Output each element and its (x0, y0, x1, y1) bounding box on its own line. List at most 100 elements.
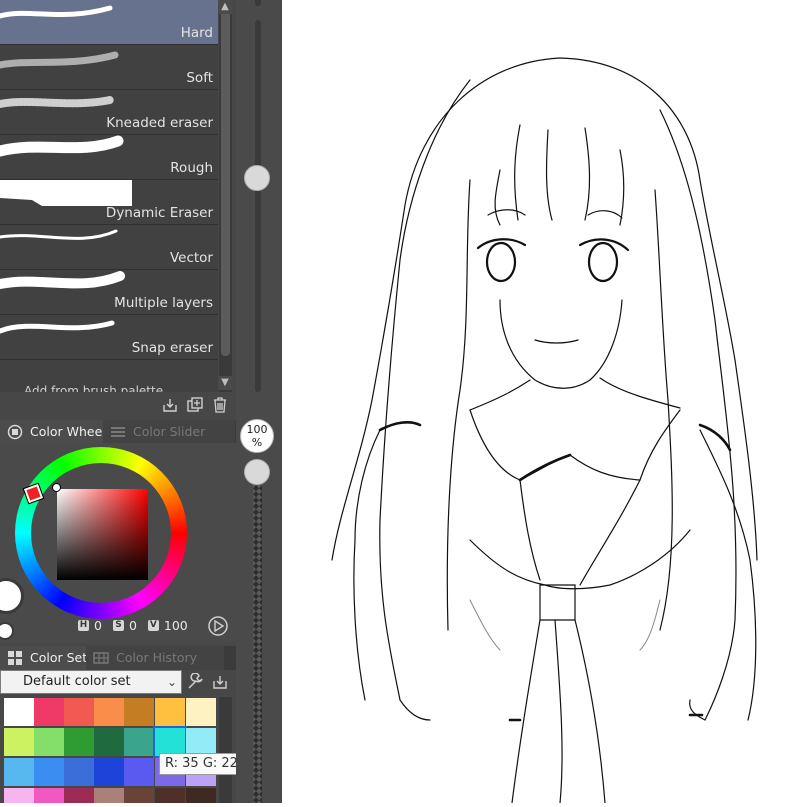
brush-item-rough[interactable]: Rough (0, 135, 218, 180)
brush-item-snap-eraser[interactable]: Snap eraser (0, 315, 218, 360)
color-swatch[interactable] (94, 758, 124, 786)
h-value: 0 (94, 618, 102, 633)
color-set-dropdown[interactable]: Default color set ⌄ (0, 670, 182, 694)
hsv-readout: H 0 S 0 V 100 (78, 618, 188, 633)
brush-item-hard[interactable]: Hard (0, 0, 218, 45)
trash-icon[interactable] (211, 396, 229, 414)
color-swatch-grid (0, 697, 218, 803)
brush-item-multiple-layers[interactable]: Multiple layers (0, 270, 218, 315)
brush-stroke-preview (0, 5, 113, 19)
duplicate-icon[interactable] (186, 396, 204, 414)
tab-label: Color Wheel (30, 424, 106, 439)
brush-label: Kneaded eraser (106, 115, 213, 131)
play-icon[interactable] (207, 615, 229, 637)
color-swatch[interactable] (186, 698, 216, 726)
tab-color-history[interactable]: Color History (86, 646, 224, 670)
v-label: V (147, 620, 159, 631)
color-set-tab-icon (8, 651, 22, 665)
opacity-badge: 100 % (240, 419, 274, 453)
opacity-unit: % (251, 436, 263, 449)
v-value: 100 (163, 618, 188, 633)
color-swatch[interactable] (4, 758, 34, 786)
color-swatch[interactable] (124, 698, 154, 726)
import-icon[interactable] (211, 673, 229, 691)
sketch-artwork (331, 57, 758, 804)
s-label: S (112, 620, 124, 631)
brush-item-dynamic-eraser[interactable]: Dynamic Eraser (0, 180, 218, 225)
color-swatch[interactable] (124, 788, 154, 803)
color-set-scrollbar[interactable] (219, 697, 232, 803)
brush-label: Rough (170, 160, 213, 176)
brush-size-track[interactable] (255, 20, 261, 392)
tab-label: Color Set (30, 650, 88, 665)
brush-stroke-preview (0, 51, 119, 69)
saturation-value-square[interactable] (57, 489, 148, 580)
brush-stroke-preview (0, 271, 125, 289)
color-swatch[interactable] (4, 698, 34, 726)
scroll-down-icon[interactable]: ▼ (218, 376, 232, 390)
color-swatch[interactable] (153, 726, 187, 758)
brush-label: Soft (186, 70, 213, 86)
color-swatch[interactable] (4, 788, 34, 803)
color-swatch[interactable] (124, 758, 154, 786)
track-cap (255, 0, 261, 6)
add-brush-label: Add from brush palette (24, 384, 164, 392)
brush-size-knob[interactable] (244, 165, 270, 191)
color-swatch[interactable] (34, 728, 64, 756)
color-swatch[interactable] (155, 698, 185, 726)
main-color-swatch[interactable] (0, 578, 24, 614)
brush-item-soft[interactable]: Soft (0, 45, 218, 90)
add-brush-item[interactable]: Add from brush palette (24, 384, 163, 392)
color-swatch[interactable] (34, 758, 64, 786)
color-set-tabs: Color Set Color History (0, 646, 236, 670)
opacity-knob[interactable] (244, 459, 270, 485)
color-swatch[interactable] (64, 788, 94, 803)
opacity-track[interactable] (253, 485, 262, 803)
brush-stroke-preview (0, 320, 115, 334)
color-swatch[interactable] (64, 758, 94, 786)
brush-label: Snap eraser (131, 340, 213, 356)
opacity-value: 100 (246, 423, 268, 436)
brush-label: Multiple layers (114, 295, 213, 311)
color-swatch[interactable] (94, 728, 124, 756)
color-wheel-tab-icon (7, 424, 23, 440)
color-swatch[interactable] (4, 728, 34, 756)
color-swatch[interactable] (64, 698, 94, 726)
scrollbar-thumb[interactable] (221, 10, 230, 356)
color-swatch[interactable] (186, 728, 216, 756)
wrench-icon[interactable] (186, 673, 204, 691)
color-tabs: Color Wheel Color Slider (0, 420, 236, 444)
brush-label: Vector (169, 250, 213, 266)
drawing-canvas[interactable] (282, 0, 788, 804)
transparent-color-swatch[interactable] (0, 622, 14, 640)
color-swatch[interactable] (155, 788, 185, 803)
color-swatch[interactable] (34, 698, 64, 726)
history-tab-icon (93, 652, 109, 664)
left-panel: Hard Soft Kneaded eraser Rough Dynamic E… (0, 0, 236, 803)
color-swatch[interactable] (64, 728, 94, 756)
brush-label: Dynamic Eraser (105, 205, 213, 221)
dropdown-value: Default color set (23, 674, 131, 689)
brush-stroke-preview (0, 229, 118, 240)
slider-tab-icon (111, 427, 125, 437)
tab-color-slider[interactable]: Color Slider (103, 420, 235, 444)
scroll-up-icon[interactable]: ▲ (218, 0, 232, 14)
s-value: 0 (128, 618, 137, 633)
chevron-down-icon: ⌄ (166, 675, 177, 689)
color-swatch[interactable] (124, 728, 154, 756)
tab-label: Color History (116, 650, 198, 665)
brush-stroke-preview (0, 135, 124, 157)
color-wheel-area (0, 443, 236, 643)
color-swatch[interactable] (94, 788, 124, 803)
color-swatch[interactable] (34, 788, 64, 803)
sv-marker[interactable] (52, 483, 61, 492)
h-label: H (78, 620, 89, 631)
brush-item-vector[interactable]: Vector (0, 225, 218, 270)
color-swatch[interactable] (94, 698, 124, 726)
brush-list: Hard Soft Kneaded eraser Rough Dynamic E… (0, 0, 218, 392)
brush-item-kneaded-eraser[interactable]: Kneaded eraser (0, 90, 218, 135)
download-icon[interactable] (161, 396, 179, 414)
brush-label: Hard (180, 25, 213, 41)
color-swatch[interactable] (186, 788, 216, 803)
tab-label: Color Slider (133, 424, 206, 439)
